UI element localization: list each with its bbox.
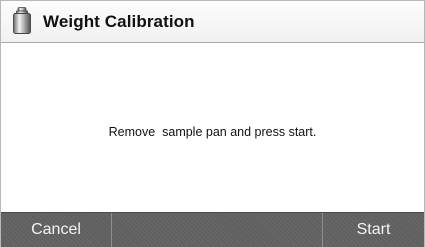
empty-button-slot [112, 213, 322, 247]
button-bar: Cancel Start [1, 212, 424, 247]
instruction-message: Remove sample pan and press start. [108, 125, 317, 139]
start-button[interactable]: Start [323, 213, 424, 247]
cancel-button[interactable]: Cancel [1, 213, 111, 247]
dialog-header: Weight Calibration [1, 1, 424, 43]
dialog-title: Weight Calibration [43, 12, 195, 31]
calibration-weight-icon [11, 7, 33, 35]
calibration-dialog: Weight Calibration Remove sample pan and… [0, 0, 425, 247]
